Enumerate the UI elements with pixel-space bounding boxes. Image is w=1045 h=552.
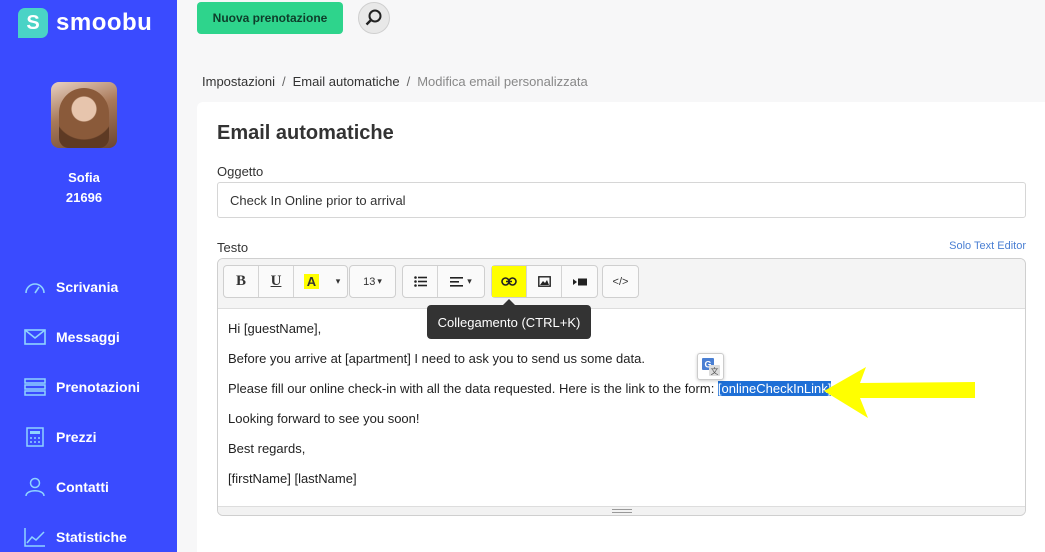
dashboard-icon bbox=[25, 283, 45, 294]
link-tooltip: Collegamento (CTRL+K) bbox=[427, 299, 591, 339]
breadcrumb-current: Modifica email personalizzata bbox=[417, 74, 588, 89]
bold-button[interactable]: B bbox=[224, 266, 259, 297]
sidebar-item-statistiche[interactable]: Statistiche bbox=[0, 512, 177, 552]
annotation-arrow-icon bbox=[824, 367, 975, 418]
brand-logo[interactable]: S smoobu bbox=[18, 8, 152, 38]
sidebar-item-contatti[interactable]: Contatti bbox=[0, 462, 177, 512]
text-editor-only-link[interactable]: Solo Text Editor bbox=[949, 240, 1026, 252]
logo-icon: S bbox=[18, 8, 48, 38]
breadcrumb-email-automatiche[interactable]: Email automatiche bbox=[293, 74, 400, 89]
selected-placeholder: [onlineCheckInLink] bbox=[717, 381, 832, 396]
chart-icon bbox=[24, 528, 45, 547]
editor-toolbar: B U A ▾ 13 ▾ ▾ </> bbox=[218, 259, 1025, 309]
video-icon bbox=[572, 278, 587, 285]
sidebar-item-label: Prenotazioni bbox=[56, 379, 141, 395]
paragraph-group: ▾ bbox=[402, 265, 485, 298]
underline-button[interactable]: U bbox=[259, 266, 294, 297]
translate-icon: G文 bbox=[701, 357, 720, 376]
user-name: Sofia bbox=[68, 170, 100, 185]
email-form-card: Email automatiche Oggetto Check In Onlin… bbox=[197, 102, 1045, 552]
sidebar-item-label: Contatti bbox=[56, 479, 109, 495]
format-group: B U A ▾ bbox=[223, 265, 348, 298]
link-button[interactable] bbox=[492, 266, 527, 297]
code-view-button[interactable]: </> bbox=[603, 266, 638, 297]
align-left-icon bbox=[450, 276, 464, 287]
breadcrumb-impostazioni[interactable]: Impostazioni bbox=[202, 74, 275, 89]
contacts-icon bbox=[25, 477, 45, 497]
body-line-text: Please fill our online check-in with all… bbox=[228, 381, 718, 396]
bullet-list-icon bbox=[413, 276, 427, 287]
sidebar-item-label: Messaggi bbox=[56, 329, 120, 345]
body-line: Best regards, bbox=[228, 441, 306, 456]
link-icon bbox=[501, 277, 517, 286]
insert-group bbox=[491, 265, 598, 298]
search-icon bbox=[365, 9, 382, 26]
breadcrumb: Impostazioni / Email automatiche / Modifica … bbox=[202, 74, 588, 89]
highlight-dropdown[interactable]: ▾ bbox=[329, 266, 347, 297]
image-icon bbox=[537, 276, 551, 287]
font-size-value: 13 bbox=[363, 275, 376, 288]
font-size-group: 13 ▾ bbox=[349, 265, 396, 298]
calculator-icon bbox=[26, 427, 44, 447]
highlight-button[interactable]: A bbox=[294, 266, 329, 297]
search-button[interactable] bbox=[358, 2, 390, 34]
image-button[interactable] bbox=[527, 266, 562, 297]
envelope-icon bbox=[24, 329, 46, 345]
align-dropdown[interactable]: ▾ bbox=[438, 266, 484, 297]
sidebar-item-label: Scrivania bbox=[56, 279, 119, 295]
sidebar-item-scrivania[interactable]: Scrivania bbox=[0, 262, 177, 312]
video-button[interactable] bbox=[562, 266, 597, 297]
sidebar-item-prezzi[interactable]: Prezzi bbox=[0, 412, 177, 462]
brand-name: smoobu bbox=[56, 9, 153, 36]
sidebar-item-label: Prezzi bbox=[56, 429, 97, 445]
sidebar-item-label: Statistiche bbox=[56, 529, 127, 545]
list-icon bbox=[24, 378, 46, 396]
svg-text:文: 文 bbox=[710, 366, 718, 376]
translate-button[interactable]: G文 bbox=[697, 353, 724, 380]
text-label: Testo bbox=[217, 240, 249, 255]
sidebar: S smoobu Sofia 21696 Scrivania Messaggi … bbox=[0, 0, 177, 552]
breadcrumb-separator: / bbox=[281, 74, 286, 89]
body-line: [firstName] [lastName] bbox=[228, 471, 357, 486]
avatar[interactable] bbox=[51, 82, 117, 148]
font-size-dropdown[interactable]: 13 ▾ bbox=[350, 266, 395, 297]
sidebar-item-prenotazioni[interactable]: Prenotazioni bbox=[0, 362, 177, 412]
bullet-list-button[interactable] bbox=[403, 266, 438, 297]
user-id: 21696 bbox=[65, 190, 103, 205]
sidebar-item-messaggi[interactable]: Messaggi bbox=[0, 312, 177, 362]
subject-input[interactable]: Check In Online prior to arrival bbox=[217, 182, 1026, 218]
breadcrumb-separator: / bbox=[406, 74, 411, 89]
page-title: Email automatiche bbox=[217, 122, 394, 144]
body-line: Hi [guestName], bbox=[228, 321, 322, 336]
highlight-icon: A bbox=[303, 274, 320, 289]
subject-label: Oggetto bbox=[217, 164, 264, 179]
code-group: </> bbox=[602, 265, 639, 298]
sidebar-nav: Scrivania Messaggi Prenotazioni Prezzi C… bbox=[0, 262, 177, 552]
new-booking-button[interactable]: Nuova prenotazione bbox=[197, 2, 343, 34]
resize-handle[interactable] bbox=[218, 506, 1025, 515]
